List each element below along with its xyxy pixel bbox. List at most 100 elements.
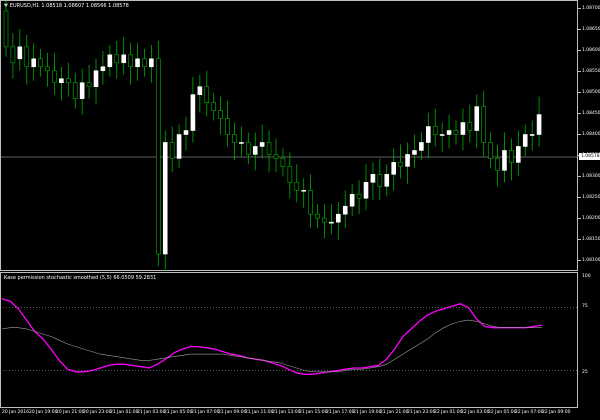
candle-body [128,54,133,68]
price-tick [578,239,581,240]
candle-body [59,78,64,84]
price-label: 1.08250 [582,195,600,200]
candle-body [391,162,396,175]
level-label-100: 100 [582,274,591,279]
time-label: 21 Jan 01:00 [110,410,139,415]
candle-body [453,130,459,135]
candle-body [52,70,57,84]
price-tick [578,176,581,177]
candle-body [446,130,452,135]
time-label: 21 Jan 07:00 [191,410,220,415]
candle-body [114,54,120,64]
candle-body [86,82,92,87]
time-label: 21 Jan 23:00 [407,410,436,415]
price-tick [578,29,581,30]
candle-body [405,154,410,167]
candle-body [169,142,175,159]
time-label: 22 Jan 05:00 [488,410,517,415]
stochastic-d-line [1,319,542,373]
candle-body [370,174,376,183]
candle-body [197,86,203,95]
candle-body [218,110,223,119]
candle-body [301,189,306,192]
candle-body [481,106,486,143]
candle-body [107,54,113,68]
candle-body [232,134,237,143]
candle-body [211,102,216,111]
price-label: 1.08450 [582,111,600,116]
time-label: 22 Jan 09:00 [542,410,571,415]
candle-body [356,193,362,199]
time-label: 21 Jan 21:00 [380,410,409,415]
candle-body [45,66,50,72]
candle-body [273,154,279,159]
price-label: 1.08500 [582,90,600,95]
candle-body [322,217,327,223]
candle-body [93,70,99,87]
price-tick [578,8,581,9]
price-tick [578,134,581,135]
time-label: 20 Jan 19:00 [29,410,58,415]
candle-body [259,142,265,147]
candle-body [329,221,334,224]
candle-body [467,122,473,131]
candle-body [183,130,189,135]
candle-body [121,54,126,64]
candle-body [142,58,147,68]
candle-body [419,142,424,151]
price-label: 1.08650 [582,27,600,32]
time-label: 21 Jan 15:00 [299,410,328,415]
price-tick [578,260,581,261]
indicator-axis: 100 75 25 [578,272,600,408]
candle-body [308,189,313,215]
price-tick [578,197,581,198]
candle-body [384,174,390,187]
candle-body [204,86,210,103]
candle-body [3,10,9,48]
candle-body [17,46,23,60]
price-label: 1.08200 [582,216,600,221]
price-label: 1.08600 [582,48,600,53]
candle-body [176,134,182,159]
time-label: 22 Jan 07:00 [515,410,544,415]
candle-body [225,118,230,135]
time-label: 21 Jan 09:00 [218,410,247,415]
candle-body [100,66,106,72]
candle-body [156,58,161,255]
level-label-25: 25 [582,370,588,375]
candle-body [336,213,341,223]
level-label-75: 75 [582,304,588,309]
candle-body [363,182,369,199]
candle-body [38,58,43,68]
candle-body [266,142,272,155]
candle-body [24,46,30,68]
candle-body [474,106,480,131]
time-label: 21 Jan 19:00 [353,410,382,415]
time-label: 22 Jan 01:00 [434,410,463,415]
candle-body [536,114,542,135]
time-label: 21 Jan 17:00 [326,410,355,415]
price-label: 1.08700 [582,6,600,11]
candle-body [377,174,383,187]
candle-body [252,146,258,155]
time-axis[interactable]: 20 Jan 2016 20 Jan 19:00 20 Jan 21:00 20 Ja… [0,408,578,420]
candle-body [246,142,251,155]
price-axis[interactable]: 1.08700 1.08650 1.08600 1.08550 1.08500 1.084… [578,0,600,271]
time-label: 20 Jan 23:00 [83,410,112,415]
candle-body [190,94,196,131]
candle-body [294,182,300,191]
price-tick [578,50,581,51]
candle-body [412,150,417,155]
stochastic-chart[interactable] [0,272,578,408]
candlestick-chart[interactable] [0,0,578,271]
candle-body [66,78,71,84]
price-tick [578,113,581,114]
price-label: 1.08550 [582,69,600,74]
candle-body [426,126,431,143]
candle-body [509,150,514,163]
chart-window[interactable]: ▼ EURUSD,H1 1.08518 1.08607 1.08566 1.08… [0,0,600,420]
candle-body [135,58,140,68]
candle-body [398,162,403,167]
price-tick [578,92,581,93]
candle-body [149,58,154,68]
